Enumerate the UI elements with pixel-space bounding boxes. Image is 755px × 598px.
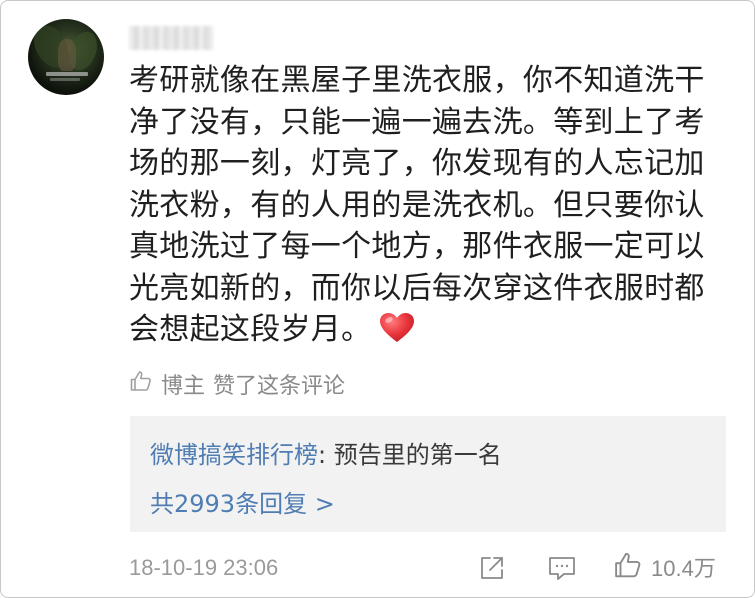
comment-footer: 18-10-19 23:06 10.4万 bbox=[129, 551, 729, 585]
reply-separator: : bbox=[318, 441, 334, 469]
thumbs-up-icon bbox=[613, 550, 643, 584]
comment-line-last: 会想起这段岁月。 bbox=[129, 309, 714, 356]
comment-text: 考研就像在黑屋子里洗衣服，你不知道洗干 净了没有，只能一遍一遍去洗。等到上了考 … bbox=[129, 60, 714, 356]
liked-by-label: 博主 bbox=[161, 374, 206, 399]
reply-line: 微博搞笑排行榜: 预告里的第一名 bbox=[150, 435, 502, 470]
comment-line: 会想起这段岁月。 bbox=[129, 312, 372, 347]
liked-by-author: 博主 赞了这条评论 bbox=[129, 369, 345, 399]
like-button[interactable]: 10.4万 bbox=[613, 551, 716, 583]
username-blurred[interactable] bbox=[129, 26, 213, 50]
reply-text: 预告里的第一名 bbox=[333, 441, 502, 469]
comment-line: 真地洗过了每一个地方，那件衣服一定可以 bbox=[129, 229, 705, 264]
avatar[interactable] bbox=[28, 19, 104, 95]
timestamp: 18-10-19 23:06 bbox=[129, 555, 279, 580]
reply-preview[interactable]: 微博搞笑排行榜: 预告里的第一名 共2993条回复 > bbox=[130, 416, 726, 532]
comment-line: 光亮如新的，而你以后每次穿这件衣服时都 bbox=[129, 270, 705, 306]
heart-emoji-icon bbox=[379, 312, 415, 356]
avatar-decor bbox=[50, 78, 80, 81]
view-replies-link[interactable]: 共2993条回复 > bbox=[150, 484, 335, 519]
comment-line: 场的那一刻，灯亮了，你发现有的人忘记加 bbox=[129, 146, 705, 181]
liked-by-text: 赞了这条评论 bbox=[213, 374, 346, 399]
avatar-decor bbox=[46, 72, 88, 76]
comment-icon[interactable] bbox=[547, 553, 577, 583]
comment-line: 洗衣粉，有的人用的是洗衣机。但只要你认 bbox=[129, 187, 705, 223]
comment-line: 净了没有，只能一遍一遍去洗。等到上了考 bbox=[129, 104, 705, 140]
comment-line: 考研就像在黑屋子里洗衣服，你不知道洗干 bbox=[129, 63, 705, 98]
share-icon[interactable] bbox=[477, 553, 507, 583]
comment-card: 考研就像在黑屋子里洗衣服，你不知道洗干 净了没有，只能一遍一遍去洗。等到上了考 … bbox=[0, 0, 755, 598]
reply-author-link[interactable]: 微博搞笑排行榜 bbox=[150, 441, 318, 469]
thumbs-up-icon bbox=[129, 369, 153, 399]
avatar-decor bbox=[58, 39, 76, 71]
like-count: 10.4万 bbox=[651, 556, 716, 581]
